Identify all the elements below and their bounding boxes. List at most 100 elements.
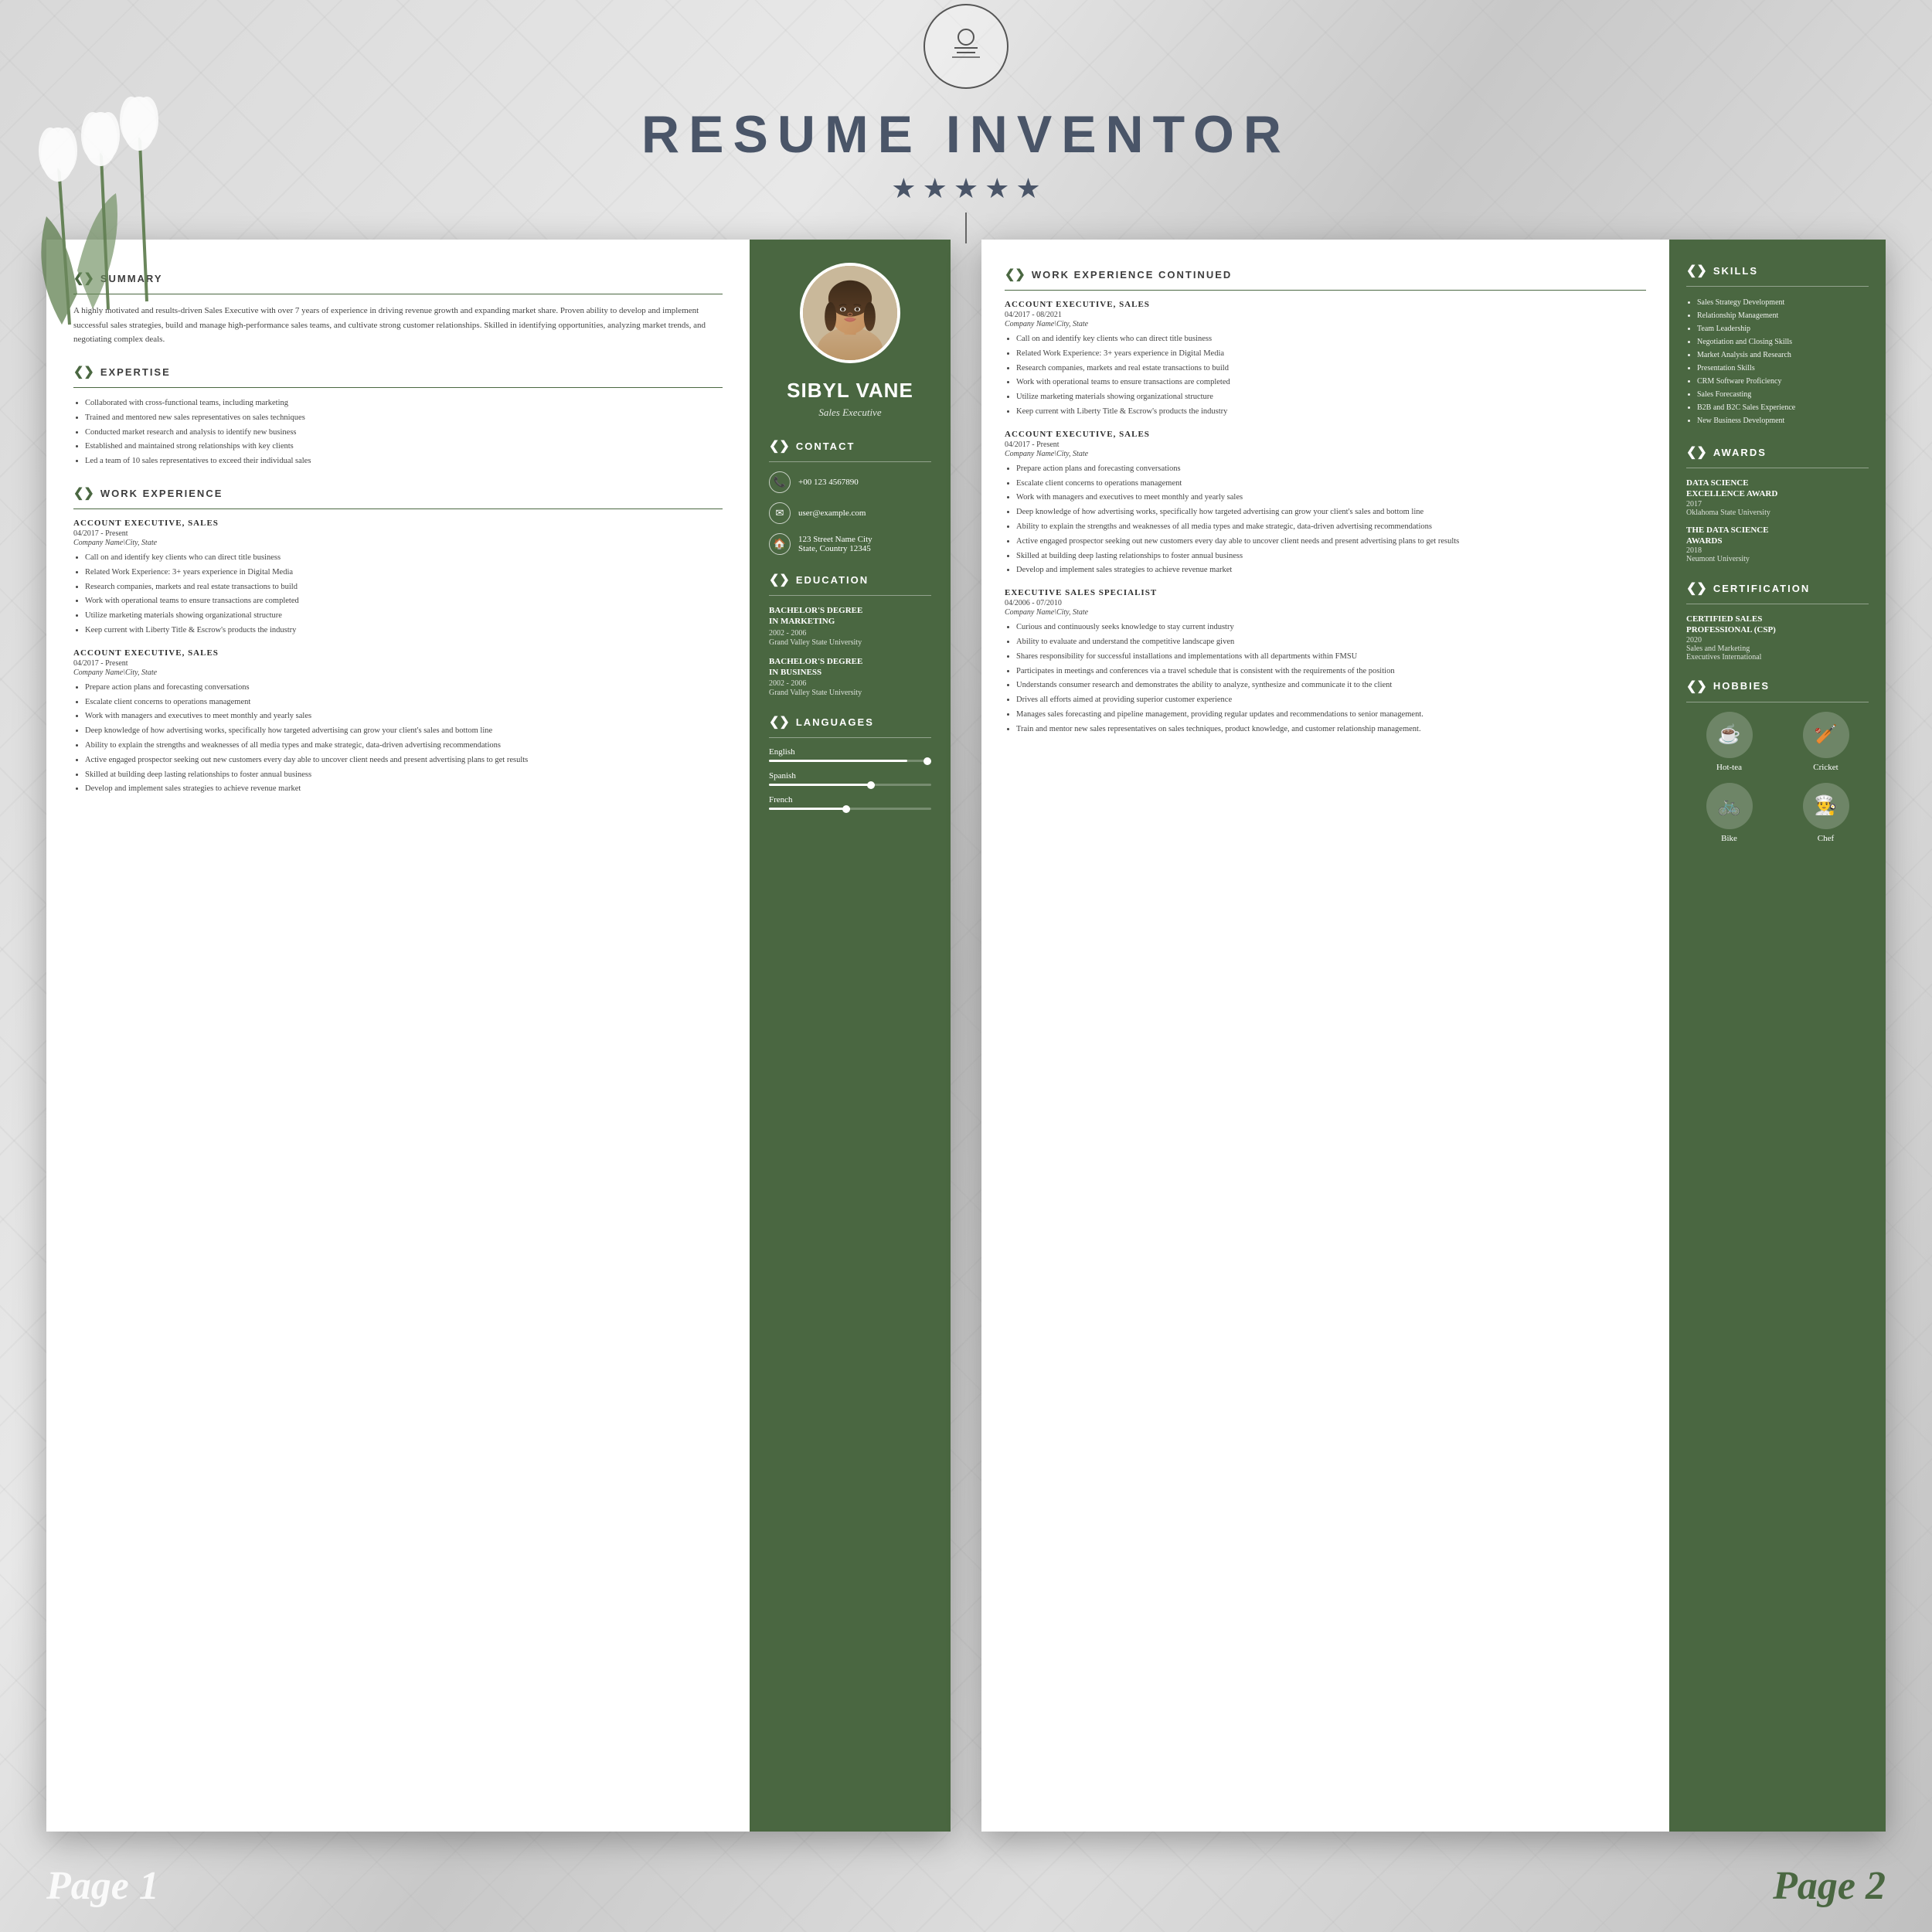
list-item: Sales Forecasting [1697,388,1869,401]
list-item: Escalate client concerns to operations m… [85,696,723,709]
list-item: Work with managers and executives to mee… [85,710,723,723]
p2-job-1-company: Company Name\City, State [1005,320,1646,328]
degree-2-date: 2002 - 2006 [769,679,931,688]
chef-icon: 👨‍🍳 [1803,783,1849,829]
list-item: Utilize marketing materials showing orga… [1016,391,1646,404]
contact-phone: 📞 +00 123 4567890 [769,471,931,493]
p2-job-3-bullets: Curious and continuously seeks knowledge… [1005,621,1646,736]
degree-1-school: Grand Valley State University [769,638,931,647]
education-section: ❮❯ EDUCATION BACHELOR'S DEGREEIN MARKETI… [769,572,931,697]
page-1-label: Page 1 [46,1863,159,1909]
cert-org: Sales and MarketingExecutives Internatio… [1686,645,1869,662]
list-item: Call on and identify key clients who can… [1016,333,1646,346]
list-item: Keep current with Liberty Title & Escrow… [85,624,723,638]
list-item: Escalate client concerns to operations m… [1016,478,1646,491]
work-exp-cont-header: ❮❯ WORK EXPERIENCE CONTINUED [1005,267,1646,282]
skills-divider [1686,286,1869,287]
email-text: user@example.com [798,509,866,518]
p2-job-1: ACCOUNT EXECUTIVE, SALES 04/2017 - 08/20… [1005,300,1646,419]
list-item: Trained and mentored new sales represent… [85,412,723,425]
job-1-title: ACCOUNT EXECUTIVE, SALES [73,519,723,528]
list-item: Ability to explain the strengths and wea… [85,740,723,753]
phone-icon: 📞 [769,471,791,493]
list-item: Deep knowledge of how advertising works,… [1016,506,1646,519]
lang-spanish-dot [867,781,875,789]
cert-name: CERTIFIED SALESPROFESSIONAL (CSP) [1686,614,1869,636]
job-2: ACCOUNT EXECUTIVE, SALES 04/2017 - Prese… [73,648,723,796]
list-item: Research companies, markets and real est… [85,581,723,594]
job-2-title: ACCOUNT EXECUTIVE, SALES [73,648,723,658]
cert-title: CERTIFICATION [1713,583,1810,594]
page-1: ❮❯ SUMMARY A highly motivated and result… [46,240,951,1832]
page-2-label: Page 2 [1773,1863,1886,1909]
header: RESUME INVENTOR ★★★★★ [0,0,1932,247]
hobby-hottea-label: Hot-tea [1716,763,1742,772]
job-1: ACCOUNT EXECUTIVE, SALES 04/2017 - Prese… [73,519,723,638]
job-2-date: 04/2017 - Present [73,659,723,668]
p2-job-3-date: 04/2006 - 07/2010 [1005,599,1646,607]
list-item: Work with managers and executives to mee… [1016,492,1646,505]
p2-job-2-company: Company Name\City, State [1005,450,1646,458]
bracket-icon-hobbies: ❮❯ [1686,679,1707,694]
awards-header: ❮❯ AWARDS [1686,444,1869,460]
lang-english-fill [769,760,907,762]
hobby-chef-label: Chef [1818,834,1834,843]
candidate-photo [800,263,900,363]
list-item: Relationship Management [1697,309,1869,322]
list-item: Negotiation and Closing Skills [1697,335,1869,349]
work-exp-continued: ❮❯ WORK EXPERIENCE CONTINUED ACCOUNT EXE… [1005,267,1646,736]
pages-container: ❮❯ SUMMARY A highly motivated and result… [46,240,1886,1832]
list-item: Work with operational teams to ensure tr… [85,595,723,608]
award-1-org: Oklahoma State University [1686,509,1869,517]
lang-french: French [769,795,931,810]
list-item: Work with operational teams to ensure tr… [1016,376,1646,389]
award-1: DATA SCIENCEEXCELLENCE AWARD 2017 Oklaho… [1686,478,1869,517]
skills-title: SKILLS [1713,265,1758,277]
page-2-sidebar: ❮❯ SKILLS Sales Strategy Development Rel… [1669,240,1886,1832]
bracket-icon-wec: ❮❯ [1005,267,1026,282]
bracket-icon-skills: ❮❯ [1686,263,1707,278]
list-item: Deep knowledge of how advertising works,… [85,725,723,738]
skills-list: Sales Strategy Development Relationship … [1686,296,1869,427]
languages-header: ❮❯ LANGUAGES [769,714,931,730]
degree-2-school: Grand Valley State University [769,689,931,697]
hottea-icon: ☕ [1706,712,1753,758]
hobbies-header: ❮❯ HOBBIES [1686,679,1869,694]
stars-row: ★★★★★ [891,172,1040,205]
phone-text: +00 123 4567890 [798,478,859,487]
list-item: Skilled at building deep lasting relatio… [85,769,723,782]
bracket-icon-awards: ❮❯ [1686,444,1707,460]
cert-header: ❮❯ CERTIFICATION [1686,580,1869,596]
contact-email: ✉ user@example.com [769,502,931,524]
list-item: Train and mentor new sales representativ… [1016,723,1646,736]
lang-french-dot [842,805,850,813]
list-item: B2B and B2C Sales Experience [1697,401,1869,414]
skills-header: ❮❯ SKILLS [1686,263,1869,278]
list-item: Related Work Experience: 3+ years experi… [85,566,723,580]
award-1-name: DATA SCIENCEEXCELLENCE AWARD [1686,478,1869,500]
work-experience-section: ❮❯ WORK EXPERIENCE ACCOUNT EXECUTIVE, SA… [73,485,723,796]
lang-spanish-label: Spanish [769,771,931,781]
list-item: Understands consumer research and demons… [1016,679,1646,692]
list-item: Curious and continuously seeks knowledge… [1016,621,1646,634]
job-1-bullets: Call on and identify key clients who can… [73,552,723,638]
list-item: Active engaged prospector seeking out ne… [1016,536,1646,549]
hobbies-section: ❮❯ HOBBIES ☕ Hot-tea 🏏 Cricket 🚲 B [1686,679,1869,843]
page-2: ❮❯ WORK EXPERIENCE CONTINUED ACCOUNT EXE… [981,240,1886,1832]
p2-job-1-title: ACCOUNT EXECUTIVE, SALES [1005,300,1646,309]
award-2-org: Neumont University [1686,555,1869,563]
work-exp-header: ❮❯ WORK EXPERIENCE [73,485,723,501]
degree-2-name: BACHELOR'S DEGREEIN BUSINESS [769,656,931,679]
lang-spanish: Spanish [769,771,931,786]
list-item: Prepare action plans and forecasting con… [1016,463,1646,476]
lang-english-label: English [769,747,931,757]
list-item: Utilize marketing materials showing orga… [85,610,723,623]
bracket-icon-edu: ❮❯ [769,572,790,587]
p2-job-2-bullets: Prepare action plans and forecasting con… [1005,463,1646,577]
lang-french-bar [769,808,931,810]
list-item: Participates in meetings and conferences… [1016,665,1646,679]
cricket-icon: 🏏 [1803,712,1849,758]
page-1-left: ❮❯ SUMMARY A highly motivated and result… [46,240,750,1832]
contact-divider [769,461,931,462]
list-item: Prepare action plans and forecasting con… [85,682,723,695]
